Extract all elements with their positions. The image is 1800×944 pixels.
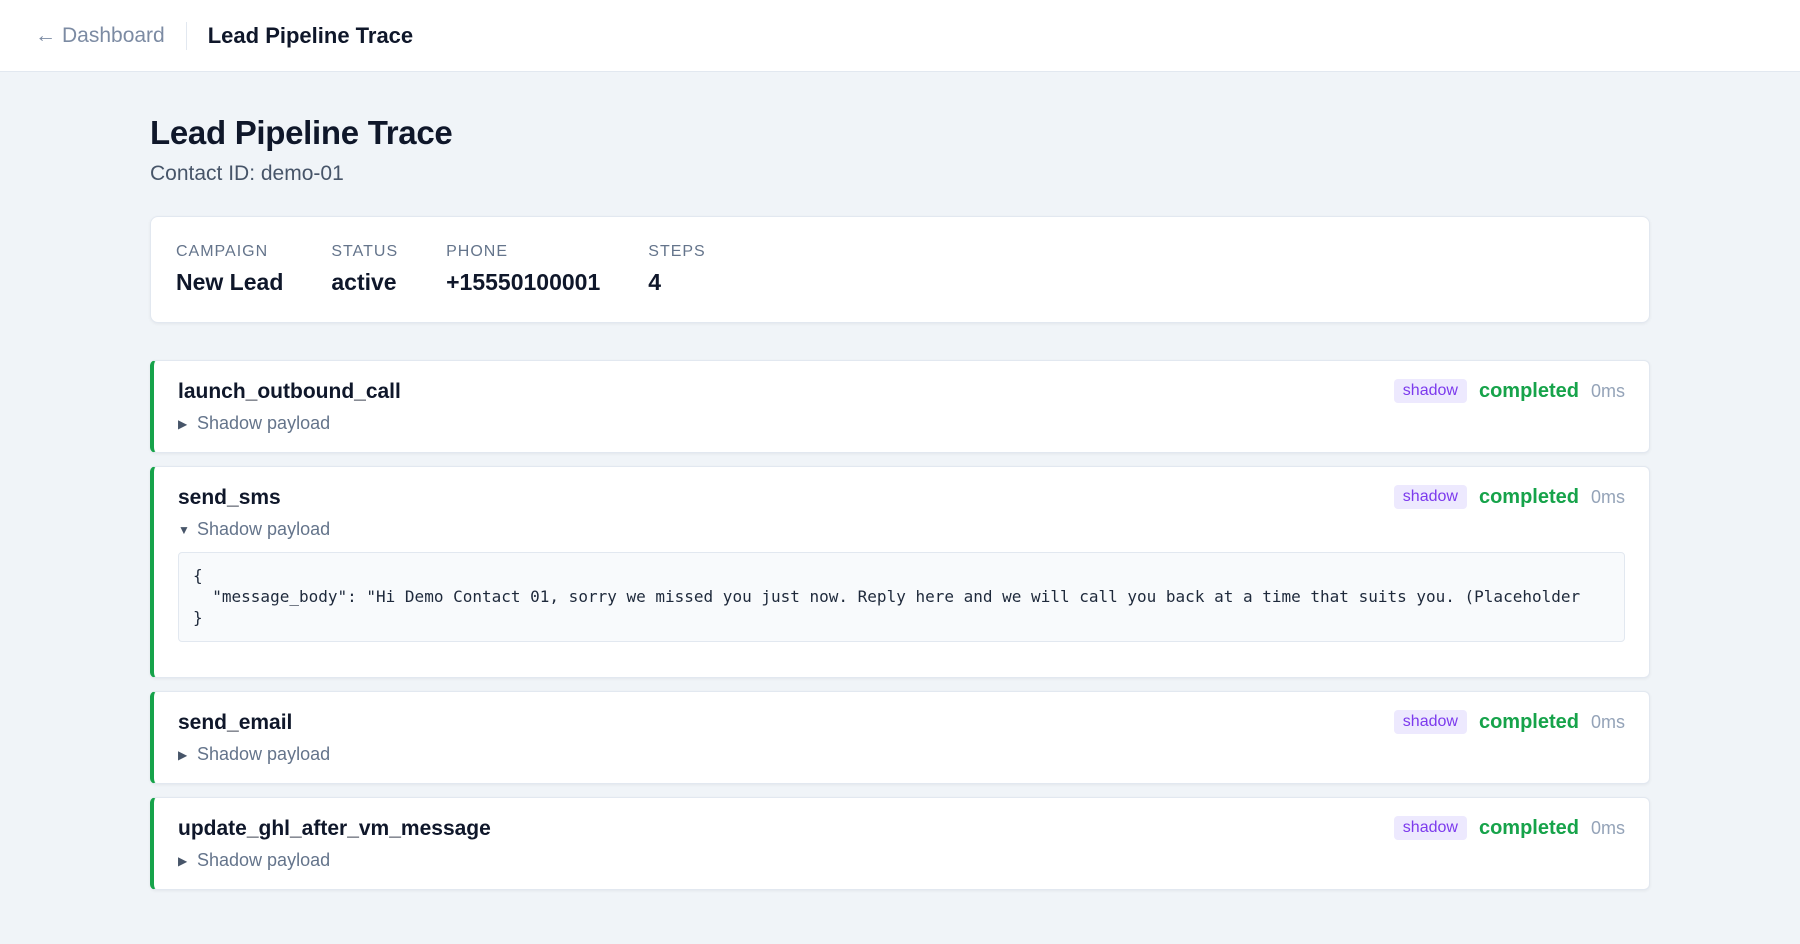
- step-card-send-sms: send_sms shadow completed 0ms ▼ Shadow p…: [150, 466, 1650, 678]
- step-meta: shadow completed 0ms: [1393, 816, 1625, 840]
- step-status: completed: [1478, 816, 1579, 839]
- shadow-badge: shadow: [1393, 710, 1467, 734]
- contact-id-subtitle: Contact ID: demo-01: [150, 162, 344, 185]
- step-header: update_ghl_after_vm_message shadow compl…: [178, 816, 1625, 841]
- step-meta: shadow completed 0ms: [1393, 710, 1625, 734]
- shadow-badge: shadow: [1393, 379, 1467, 403]
- caret-down-icon: ▼: [178, 522, 190, 537]
- caret-right-icon: ▶: [178, 853, 188, 868]
- step-header: send_email shadow completed 0ms: [178, 710, 1625, 735]
- arrow-left-icon: ←: [35, 23, 56, 47]
- step-name: send_email: [178, 711, 293, 734]
- back-to-dashboard-link[interactable]: ← Dashboard: [35, 24, 165, 48]
- step-duration: 0ms: [1590, 380, 1625, 401]
- toggle-label: Shadow payload: [197, 744, 331, 764]
- steps-stat: STEPS 4: [648, 243, 705, 322]
- step-header: send_sms shadow completed 0ms: [178, 485, 1625, 510]
- shadow-badge: shadow: [1393, 485, 1467, 509]
- page-title: Lead Pipeline Trace: [150, 114, 453, 151]
- toggle-label: Shadow payload: [197, 519, 331, 539]
- step-status: completed: [1478, 485, 1579, 508]
- step-duration: 0ms: [1590, 711, 1625, 732]
- steps-list: launch_outbound_call shadow completed 0m…: [150, 360, 1650, 890]
- shadow-payload-toggle[interactable]: ▶ Shadow payload: [178, 850, 1625, 871]
- shadow-payload-toggle[interactable]: ▶ Shadow payload: [178, 413, 1625, 434]
- back-link-label: Dashboard: [62, 23, 165, 47]
- step-meta: shadow completed 0ms: [1393, 379, 1625, 403]
- status-label: STATUS: [331, 243, 399, 260]
- step-status: completed: [1478, 710, 1579, 733]
- shadow-badge: shadow: [1393, 816, 1467, 840]
- step-name: update_ghl_after_vm_message: [178, 817, 491, 840]
- shadow-payload-json: { "message_body": "Hi Demo Contact 01, s…: [178, 552, 1625, 642]
- step-card-send-email: send_email shadow completed 0ms ▶ Shadow…: [150, 691, 1650, 784]
- step-duration: 0ms: [1590, 486, 1625, 507]
- topbar-divider: [185, 21, 187, 50]
- step-name: send_sms: [178, 486, 281, 509]
- step-meta: shadow completed 0ms: [1393, 485, 1625, 509]
- shadow-payload-toggle[interactable]: ▶ Shadow payload: [178, 744, 1625, 765]
- caret-right-icon: ▶: [178, 416, 188, 431]
- phone-value: +15550100001: [446, 269, 601, 295]
- campaign-value: New Lead: [176, 269, 284, 295]
- phone-stat: PHONE +15550100001: [446, 243, 600, 322]
- step-header: launch_outbound_call shadow completed 0m…: [178, 379, 1625, 404]
- top-bar: ← Dashboard Lead Pipeline Trace: [0, 0, 1800, 72]
- status-stat: STATUS active: [331, 243, 398, 322]
- main-content: Lead Pipeline Trace Contact ID: demo-01 …: [150, 114, 1650, 890]
- summary-card: CAMPAIGN New Lead STATUS active PHONE +1…: [150, 216, 1650, 323]
- toggle-label: Shadow payload: [197, 413, 331, 433]
- caret-right-icon: ▶: [178, 747, 188, 762]
- step-card-update-ghl-after-vm-message: update_ghl_after_vm_message shadow compl…: [150, 797, 1650, 890]
- toggle-label: Shadow payload: [197, 850, 331, 870]
- step-status: completed: [1478, 379, 1579, 402]
- step-card-launch-outbound-call: launch_outbound_call shadow completed 0m…: [150, 360, 1650, 453]
- topbar-title: Lead Pipeline Trace: [207, 22, 414, 48]
- campaign-label: CAMPAIGN: [176, 243, 269, 260]
- step-name: launch_outbound_call: [178, 380, 401, 403]
- step-duration: 0ms: [1590, 817, 1625, 838]
- phone-label: PHONE: [446, 243, 509, 260]
- status-value: active: [331, 269, 397, 295]
- steps-label: STEPS: [648, 243, 706, 260]
- campaign-stat: CAMPAIGN New Lead: [176, 243, 283, 322]
- shadow-payload-toggle[interactable]: ▼ Shadow payload: [178, 519, 1625, 540]
- steps-value: 4: [648, 269, 662, 295]
